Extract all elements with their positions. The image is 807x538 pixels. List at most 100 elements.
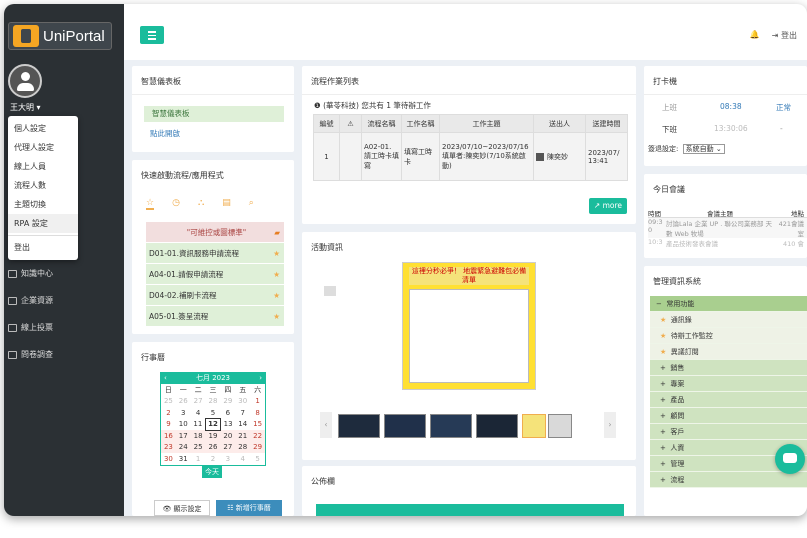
column-header[interactable]: 編號 bbox=[313, 114, 340, 133]
user-menu-flow-count[interactable]: 流程人數 bbox=[8, 176, 78, 195]
user-name-toggle[interactable]: 王大明 ▾ bbox=[10, 102, 41, 113]
search-icon[interactable]: ⌕ bbox=[249, 198, 254, 210]
menu-group-sales[interactable]: + 銷售 bbox=[650, 360, 807, 376]
menu-group-project[interactable]: + 專案 bbox=[650, 376, 807, 392]
sidebar-item-knowledge[interactable]: 知識中心 bbox=[4, 260, 124, 287]
calendar-day[interactable]: 26 bbox=[205, 441, 221, 453]
calendar-day[interactable]: 18 bbox=[190, 430, 206, 442]
table-row[interactable]: 10:3 產品技術發表會議 410 會 bbox=[648, 238, 807, 248]
calendar-day[interactable]: 9 bbox=[161, 419, 176, 431]
calendar-day[interactable]: 6 bbox=[220, 407, 235, 419]
calendar-day[interactable]: 12 bbox=[205, 418, 221, 431]
calendar-day[interactable]: 20 bbox=[220, 430, 236, 442]
calendar-day[interactable]: 29 bbox=[250, 441, 265, 453]
table-row[interactable]: 1 A02-01. 請工時卡填寫 填寫工時卡 2023/07/10~2023/0… bbox=[313, 132, 628, 181]
user-menu-delegate[interactable]: 代理人設定 bbox=[8, 138, 78, 157]
next-month-icon[interactable]: › bbox=[259, 373, 262, 384]
calendar-day[interactable]: 4 bbox=[235, 453, 250, 465]
menu-group-process[interactable]: + 流程 bbox=[650, 472, 807, 488]
column-header[interactable]: 工作主題 bbox=[439, 114, 534, 133]
calendar-day[interactable]: 7 bbox=[235, 407, 250, 419]
calendar-day[interactable]: 1 bbox=[191, 453, 206, 465]
menu-item-contacts[interactable]: ★ 通訊錄 bbox=[650, 312, 807, 328]
thumbnail[interactable] bbox=[548, 414, 572, 438]
calendar-day[interactable]: 11 bbox=[191, 419, 206, 431]
quick-item[interactable]: A05-01.簽呈流程 ★ bbox=[146, 306, 284, 327]
quick-item[interactable]: A04-01.請假申請流程 ★ bbox=[146, 264, 284, 285]
sidebar-item-survey[interactable]: 問卷調查 bbox=[4, 341, 124, 368]
dashboard-item[interactable]: 智慧儀表板 bbox=[144, 106, 284, 122]
carousel-next-button[interactable]: › bbox=[604, 412, 616, 438]
calendar-day[interactable]: 3 bbox=[220, 453, 235, 465]
menu-toggle-button[interactable] bbox=[140, 26, 164, 44]
display-settings-button[interactable]: 👁 顯示設定 bbox=[154, 500, 210, 516]
calendar-day[interactable]: 10 bbox=[176, 419, 191, 431]
calendar-day[interactable]: 25 bbox=[190, 441, 206, 453]
calendar-day[interactable]: 14 bbox=[235, 419, 250, 431]
calendar-day[interactable]: 19 bbox=[205, 430, 221, 442]
calendar-day[interactable]: 27 bbox=[191, 396, 206, 408]
calendar-day[interactable]: 5 bbox=[250, 453, 265, 465]
calendar-day[interactable]: 22 bbox=[250, 430, 265, 442]
star-icon[interactable]: ★ bbox=[273, 243, 280, 264]
calendar-day[interactable]: 29 bbox=[220, 396, 235, 408]
star-icon[interactable]: ★ bbox=[273, 264, 280, 285]
calendar-day[interactable]: 25 bbox=[161, 396, 176, 408]
table-row[interactable]: 09:3 0 討論Lala 企業 UP . 聯公司業務部 天數 Web 牧場 4… bbox=[648, 218, 807, 238]
document-icon[interactable]: ▤ bbox=[222, 198, 231, 210]
user-menu-theme[interactable]: 主題切換 bbox=[8, 195, 78, 214]
activity-poster[interactable]: 這裡分秒必爭！ 地震緊急避難包必備清單 bbox=[402, 262, 536, 390]
add-calendar-button[interactable]: ☷ 新增行事曆 bbox=[216, 500, 282, 516]
today-button[interactable]: 今天 bbox=[202, 465, 222, 478]
prev-month-icon[interactable]: ‹ bbox=[164, 373, 167, 384]
calendar-day[interactable]: 4 bbox=[191, 407, 206, 419]
calendar-day[interactable]: 2 bbox=[206, 453, 221, 465]
column-header[interactable]: 送出人 bbox=[533, 114, 586, 133]
sidebar-item-resources[interactable]: 企業資源 bbox=[4, 287, 124, 314]
calendar-day[interactable]: 30 bbox=[235, 396, 250, 408]
quick-item[interactable]: D04-02.補刷卡流程 ★ bbox=[146, 285, 284, 306]
calendar-day[interactable]: 31 bbox=[176, 453, 191, 465]
calendar-day[interactable]: 27 bbox=[220, 441, 236, 453]
calendar-day[interactable]: 17 bbox=[175, 430, 191, 442]
menu-group-product[interactable]: + 產品 bbox=[650, 392, 807, 408]
dashboard-open-link[interactable]: 點此開啟 bbox=[150, 128, 180, 139]
menu-item-subscription[interactable]: ★ 異議訂閱 bbox=[650, 344, 807, 360]
calendar-day[interactable]: 16 bbox=[161, 430, 176, 442]
user-menu-profile[interactable]: 個人設定 bbox=[8, 119, 78, 138]
announcement-banner[interactable] bbox=[316, 504, 624, 516]
clock-icon[interactable]: ◷ bbox=[172, 198, 180, 210]
menu-group-favorites[interactable]: − 常用功能 bbox=[650, 296, 807, 312]
calendar-day[interactable]: 30 bbox=[161, 453, 176, 465]
menu-item-task-monitor[interactable]: ★ 待辦工作監控 bbox=[650, 328, 807, 344]
avatar[interactable] bbox=[8, 64, 42, 98]
calendar-day[interactable]: 24 bbox=[175, 441, 191, 453]
bell-icon[interactable]: 🔔 bbox=[750, 30, 760, 41]
user-menu-rpa[interactable]: RPA 設定 bbox=[8, 214, 78, 233]
calendar-day[interactable]: 15 bbox=[250, 419, 265, 431]
chat-bubble-icon[interactable] bbox=[775, 444, 805, 474]
sitemap-icon[interactable]: ⛬ bbox=[198, 198, 204, 210]
table-cell[interactable]: A02-01. 請工時卡填寫 bbox=[361, 132, 402, 181]
calendar-day[interactable]: 3 bbox=[176, 407, 191, 419]
calendar-day[interactable]: 28 bbox=[206, 396, 221, 408]
signout-select[interactable]: 系統自動 ⌄ bbox=[682, 144, 725, 154]
user-menu-logout[interactable]: 登出 bbox=[8, 238, 78, 257]
more-button[interactable]: ↗ more bbox=[589, 198, 627, 214]
calendar-day[interactable]: 8 bbox=[250, 407, 265, 419]
star-icon[interactable]: ★ bbox=[273, 306, 280, 327]
calendar-day[interactable]: 26 bbox=[176, 396, 191, 408]
thumbnail[interactable] bbox=[476, 414, 518, 438]
calendar-day[interactable]: 23 bbox=[161, 441, 176, 453]
quick-item[interactable]: D01-01.資訊服務申請流程 ★ bbox=[146, 243, 284, 264]
logout-link[interactable]: ⇥ 登出 bbox=[772, 30, 797, 41]
calendar-day[interactable]: 21 bbox=[235, 430, 251, 442]
thumbnail[interactable] bbox=[522, 414, 546, 438]
star-icon[interactable]: ★ bbox=[273, 285, 280, 306]
column-header[interactable]: 送建時間 bbox=[585, 114, 628, 133]
calendar-day[interactable]: 2 bbox=[161, 407, 176, 419]
thumbnail[interactable] bbox=[338, 414, 380, 438]
calendar-day[interactable]: 28 bbox=[235, 441, 251, 453]
calendar-day[interactable]: 1 bbox=[250, 396, 265, 408]
carousel-prev-button[interactable]: ‹ bbox=[320, 412, 332, 438]
